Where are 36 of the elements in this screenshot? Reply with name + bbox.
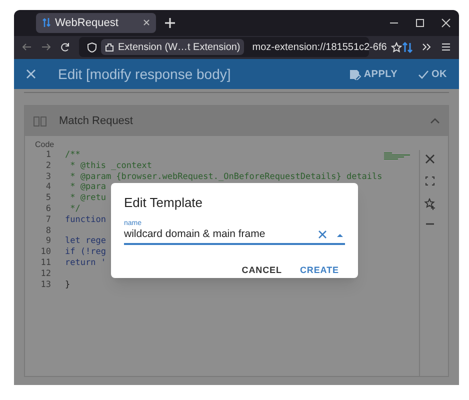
line-number: 11 bbox=[40, 258, 52, 269]
line-number: 9 bbox=[44, 236, 52, 248]
line-number: 10 bbox=[40, 247, 52, 258]
code-line: let rege bbox=[65, 236, 106, 248]
section-title: Match Request bbox=[59, 114, 134, 129]
code-label: Code bbox=[35, 140, 56, 150]
code-line: * @param {browser.webRequest._OnBeforeRequestDetails} details bbox=[69, 172, 382, 182]
line-number: 13 bbox=[40, 280, 52, 290]
code-line: if (!reg bbox=[65, 247, 106, 258]
apply-button[interactable]: APPLY bbox=[348, 66, 398, 82]
line-number: 3 bbox=[44, 172, 52, 182]
code-line: * @retu bbox=[69, 193, 106, 204]
code-line: */ bbox=[69, 204, 80, 215]
line-number: 6 bbox=[44, 204, 52, 215]
code-line: return ' bbox=[65, 258, 106, 269]
name-input[interactable]: wildcard domain & main frame bbox=[124, 228, 318, 240]
line-number: 2 bbox=[44, 160, 52, 172]
create-button[interactable]: CREATE bbox=[294, 260, 345, 280]
code-line: /** bbox=[65, 150, 80, 161]
line-number: 7 bbox=[44, 214, 52, 226]
ok-button[interactable]: OK bbox=[418, 66, 447, 82]
dialog-title: Edit Template bbox=[124, 194, 204, 212]
browser-tab[interactable]: WebRequest bbox=[36, 12, 156, 33]
line-number: 5 bbox=[44, 193, 52, 204]
identity-label[interactable]: Extension (W…t Extension) bbox=[101, 39, 244, 56]
code-line: function bbox=[65, 214, 106, 226]
cancel-button[interactable]: CANCEL bbox=[236, 260, 288, 280]
line-number: 1 bbox=[44, 150, 52, 161]
code-line: * @para bbox=[69, 182, 106, 194]
line-number: 12 bbox=[40, 268, 52, 280]
app-bar-title: Edit [modify response body] bbox=[58, 64, 232, 84]
code-line: } bbox=[65, 280, 70, 290]
line-number: 4 bbox=[44, 182, 52, 194]
line-number: 8 bbox=[44, 226, 52, 236]
url-field[interactable]: moz-extension://181551c2-6f6 bbox=[252, 40, 387, 55]
code-line: * @this _context bbox=[69, 160, 152, 172]
